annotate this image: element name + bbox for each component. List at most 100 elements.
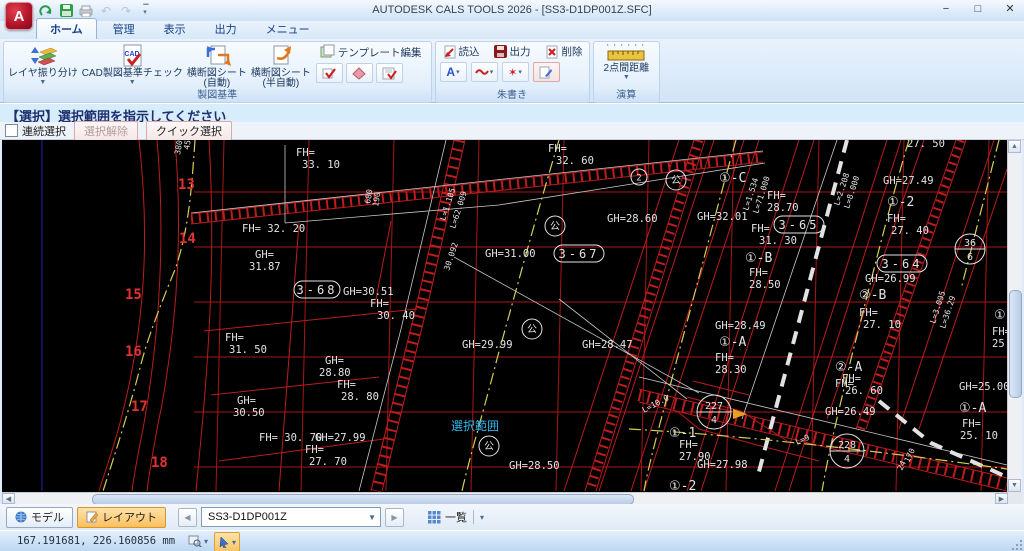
cad-text-label: ①-C xyxy=(719,171,746,186)
cross-section-auto-button[interactable]: 横断図シート (自動) xyxy=(185,43,249,89)
template-edit-button[interactable]: テンプレート編集 xyxy=(316,44,426,61)
quick-select-button[interactable]: クイック選択 xyxy=(146,121,232,141)
model-tab-button[interactable]: モデル xyxy=(6,507,73,528)
cad-circle-text: 公 xyxy=(484,442,494,453)
scroll-left-icon[interactable]: ◀ xyxy=(2,493,15,504)
redline-text-button[interactable]: A ▾ xyxy=(440,62,467,82)
select-mode-button[interactable]: ▾ xyxy=(214,532,240,551)
redline-edit-button[interactable] xyxy=(533,62,560,82)
scroll-up-icon[interactable]: ▲ xyxy=(1008,140,1021,153)
scrollbar-corner xyxy=(1008,492,1022,504)
check-grid-button[interactable] xyxy=(316,63,343,83)
cad-text-label: FH= xyxy=(679,439,698,451)
cad-text-label: FH= xyxy=(337,379,356,391)
deselect-button[interactable]: 選択解除 xyxy=(74,121,138,141)
floppy-icon xyxy=(494,45,507,58)
group-label-calc: 演算 xyxy=(594,90,660,102)
cad-text-label: FH= xyxy=(305,444,324,456)
app-logo[interactable]: A xyxy=(5,2,33,30)
cad-text-label: GH=30.51 xyxy=(343,286,394,298)
tab-menu[interactable]: メニュー xyxy=(253,19,323,39)
distance-button[interactable]: ・・・・・・ 2点間距離 ▼ xyxy=(602,43,652,89)
cad-text-label: 30.50 xyxy=(233,407,265,419)
wave-icon xyxy=(475,67,489,77)
cad-text-label: FH= xyxy=(992,326,1008,338)
cad-text-label: FH= xyxy=(715,352,734,364)
cad-text-label: 32. 60 xyxy=(556,155,594,167)
cad-text-label: 28.80 xyxy=(319,367,351,379)
dropdown-arrow-icon: ▼ xyxy=(39,79,46,86)
tab-home[interactable]: ホーム xyxy=(36,18,97,39)
scroll-right-icon[interactable]: ▶ xyxy=(995,493,1008,504)
redline-delete-button[interactable]: 削除 xyxy=(541,43,587,60)
cad-text-label: FH= xyxy=(225,332,244,344)
cad-stadium-text: 3-68 xyxy=(297,283,338,297)
chevron-down-icon: ▼ xyxy=(368,513,376,522)
cad-text-label: 25. xyxy=(992,338,1008,350)
tab-output[interactable]: 出力 xyxy=(202,19,250,39)
cad-check-button[interactable]: CAD CAD製図基準チェック ▼ xyxy=(80,43,185,89)
next-sheet-button[interactable]: ▶ xyxy=(385,508,404,527)
cad-text-label: 28.30 xyxy=(715,364,747,376)
cross-section-semi-button[interactable]: 横断図シート (半自動) xyxy=(249,43,313,89)
layout-tab-button[interactable]: レイアウト xyxy=(77,507,166,528)
cad-text-label: GH=26.99 xyxy=(865,273,916,285)
cad-text-label: FH= xyxy=(842,373,861,385)
cad-text-label: ①- xyxy=(994,308,1008,323)
cad-survey-number: 4 xyxy=(844,454,850,465)
model-tab-label: モデル xyxy=(31,509,64,525)
vertical-scroll-thumb[interactable] xyxy=(1009,290,1022,398)
scroll-down-icon[interactable]: ▼ xyxy=(1008,479,1021,492)
close-button[interactable]: ✕ xyxy=(1002,2,1018,15)
cad-text-label: GH=32.01 xyxy=(697,211,748,223)
cad-text-label: FH= xyxy=(548,143,567,155)
redline-output-button[interactable]: 出力 xyxy=(490,43,535,60)
cad-text-label: ①-2 xyxy=(887,195,914,210)
cad-text-label: FH= xyxy=(767,190,786,202)
tab-manage[interactable]: 管理 xyxy=(100,19,148,39)
cad-text-label: 選択範囲 xyxy=(451,418,499,433)
cad-text-label: 14 xyxy=(179,231,196,247)
cad-circle-text: 公 xyxy=(550,222,560,233)
vertical-scrollbar[interactable]: ▲ ▼ xyxy=(1007,140,1022,492)
continuous-select-checkbox[interactable]: 連続選択 xyxy=(5,123,66,139)
cad-text-label: ①-A xyxy=(719,335,746,350)
model-layout-bar: モデル レイアウト ◀ SS3-D1DP001Z ▼ ▶ 一覧 ▾ xyxy=(0,504,1024,530)
redline-load-label: 読込 xyxy=(459,44,480,59)
cad-stadium-text: 3-65 xyxy=(779,218,820,232)
redline-star-button[interactable]: ✶ ▾ xyxy=(502,62,529,82)
resize-grip[interactable] xyxy=(1011,539,1023,551)
chevron-down-icon: ▾ xyxy=(204,537,208,546)
sheet-select[interactable]: SS3-D1DP001Z ▼ xyxy=(201,507,381,527)
cad-text-label: 28. 80 xyxy=(341,391,379,403)
divider xyxy=(473,510,474,524)
cad-text-label: 28.50 xyxy=(749,279,781,291)
cad-text-label: GH= xyxy=(255,249,274,261)
chevron-down-icon: ▾ xyxy=(480,513,484,522)
cad-text-label: 28.70 xyxy=(767,202,799,214)
redline-wave-button[interactable]: ▾ xyxy=(471,62,498,82)
redline-load-button[interactable]: 読込 xyxy=(438,43,484,60)
cad-text-label: FH= xyxy=(859,307,878,319)
maximize-button[interactable]: □ xyxy=(970,3,986,15)
checkbox-icon xyxy=(5,124,18,137)
eraser-button[interactable] xyxy=(346,63,373,83)
template-icon xyxy=(320,44,335,61)
check-sheet-button[interactable] xyxy=(376,63,403,83)
cad-stadium-text: 3-67 xyxy=(559,247,600,261)
prev-sheet-button[interactable]: ◀ xyxy=(178,508,197,527)
sheet-semi-icon xyxy=(267,43,295,69)
snap-tool-button[interactable]: ▾ xyxy=(185,532,211,550)
cad-survey-number: 36 xyxy=(964,238,976,249)
cad-text-label: GH=26.49 xyxy=(825,406,876,418)
cad-text-label: 31. 50 xyxy=(229,344,267,356)
cad-text-label: 17 xyxy=(131,399,148,415)
cad-text-label: GH=27.49 xyxy=(883,175,934,187)
minimize-button[interactable]: − xyxy=(938,3,954,15)
layer-sort-button[interactable]: レイヤ振り分け ▼ xyxy=(6,43,80,89)
cad-canvas[interactable]: FH=33. 10FH=32. 60GH=32.01FH=31. 30FH= 3… xyxy=(2,140,1008,492)
ribbon-tab-row: ホーム 管理 表示 出力 メニュー xyxy=(0,21,1024,39)
cad-text-label: GH=28.49 xyxy=(715,320,766,332)
sheet-list-button[interactable]: 一覧 ▾ xyxy=(424,507,488,527)
tab-view[interactable]: 表示 xyxy=(151,19,199,39)
